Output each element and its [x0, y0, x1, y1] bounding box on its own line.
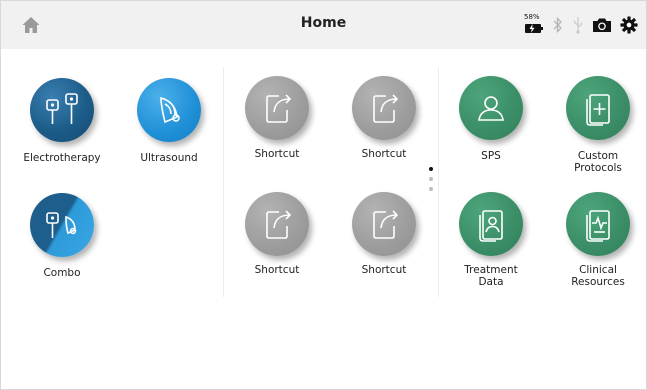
shortcut-button[interactable]: [352, 76, 416, 140]
shortcut-tile-3[interactable]: Shortcut: [222, 192, 332, 276]
gear-icon[interactable]: [620, 16, 638, 34]
custom-protocols-button[interactable]: [566, 76, 630, 140]
battery-percent: 58%: [524, 13, 540, 21]
tile-label: SPS: [481, 150, 501, 162]
combo-icon: [46, 212, 77, 238]
page-dot[interactable]: [429, 187, 433, 191]
label-line: Treatment: [464, 264, 518, 276]
electrodes-icon: [46, 93, 78, 124]
tile-label: Ultrasound: [140, 152, 198, 164]
sps-tile[interactable]: SPS: [436, 76, 546, 162]
battery-indicator: 58%: [524, 14, 544, 36]
app-screen: Home 58% Electrotherapy Ultrasound Combo…: [0, 0, 647, 390]
shortcut-icon: [373, 210, 399, 239]
tile-label: Combo: [43, 267, 81, 279]
clinical-resources-tile[interactable]: Clinical Resources: [543, 192, 647, 288]
shortcut-tile-4[interactable]: Shortcut: [329, 192, 439, 276]
electrotherapy-button[interactable]: [30, 78, 94, 142]
tile-label: Treatment Data: [436, 264, 546, 288]
ultrasound-tile[interactable]: Ultrasound: [114, 78, 224, 164]
top-bar: Home 58%: [1, 1, 646, 49]
treatment-data-tile[interactable]: Treatment Data: [436, 192, 546, 288]
shortcut-icon: [266, 94, 292, 123]
tile-label: Shortcut: [361, 264, 407, 276]
shortcut-tile-2[interactable]: Shortcut: [329, 76, 439, 160]
tile-label: Shortcut: [361, 148, 407, 160]
ultrasound-probe-icon: [160, 96, 180, 124]
combo-tile[interactable]: Combo: [7, 193, 117, 279]
sps-button[interactable]: [459, 76, 523, 140]
shortcut-icon: [373, 94, 399, 123]
clinical-resources-button[interactable]: [566, 192, 630, 256]
custom-protocols-tile[interactable]: Custom Protocols: [543, 76, 647, 174]
ultrasound-button[interactable]: [137, 78, 201, 142]
shortcut-button[interactable]: [352, 192, 416, 256]
treatment-data-button[interactable]: [459, 192, 523, 256]
person-icon: [478, 96, 504, 121]
shortcut-button[interactable]: [245, 76, 309, 140]
tile-label: Shortcut: [254, 264, 300, 276]
shortcut-button[interactable]: [245, 192, 309, 256]
patient-record-icon: [479, 210, 503, 242]
charging-bolt-icon: [529, 24, 535, 33]
status-area: 58%: [524, 13, 638, 37]
bluetooth-icon: [553, 16, 562, 34]
label-line: Data: [478, 276, 504, 288]
usb-icon: [573, 17, 583, 34]
tile-label: Custom Protocols: [543, 150, 647, 174]
label-line: Protocols: [574, 162, 622, 174]
add-document-icon: [586, 94, 610, 126]
combo-button[interactable]: [30, 193, 94, 257]
page-dot[interactable]: [429, 177, 433, 181]
clinical-document-icon: [586, 210, 610, 242]
page-dot-active[interactable]: [429, 167, 433, 171]
camera-icon[interactable]: [592, 16, 612, 34]
label-line: Custom: [577, 150, 619, 162]
label-line: Clinical: [579, 264, 617, 276]
tile-label: Clinical Resources: [543, 264, 647, 288]
label-line: Resources: [571, 276, 625, 288]
tile-label: Shortcut: [254, 148, 300, 160]
tile-label: Electrotherapy: [23, 152, 101, 164]
electrotherapy-tile[interactable]: Electrotherapy: [7, 78, 117, 164]
page-indicator[interactable]: [428, 167, 434, 197]
shortcut-tile-1[interactable]: Shortcut: [222, 76, 332, 160]
shortcut-icon: [266, 210, 292, 239]
